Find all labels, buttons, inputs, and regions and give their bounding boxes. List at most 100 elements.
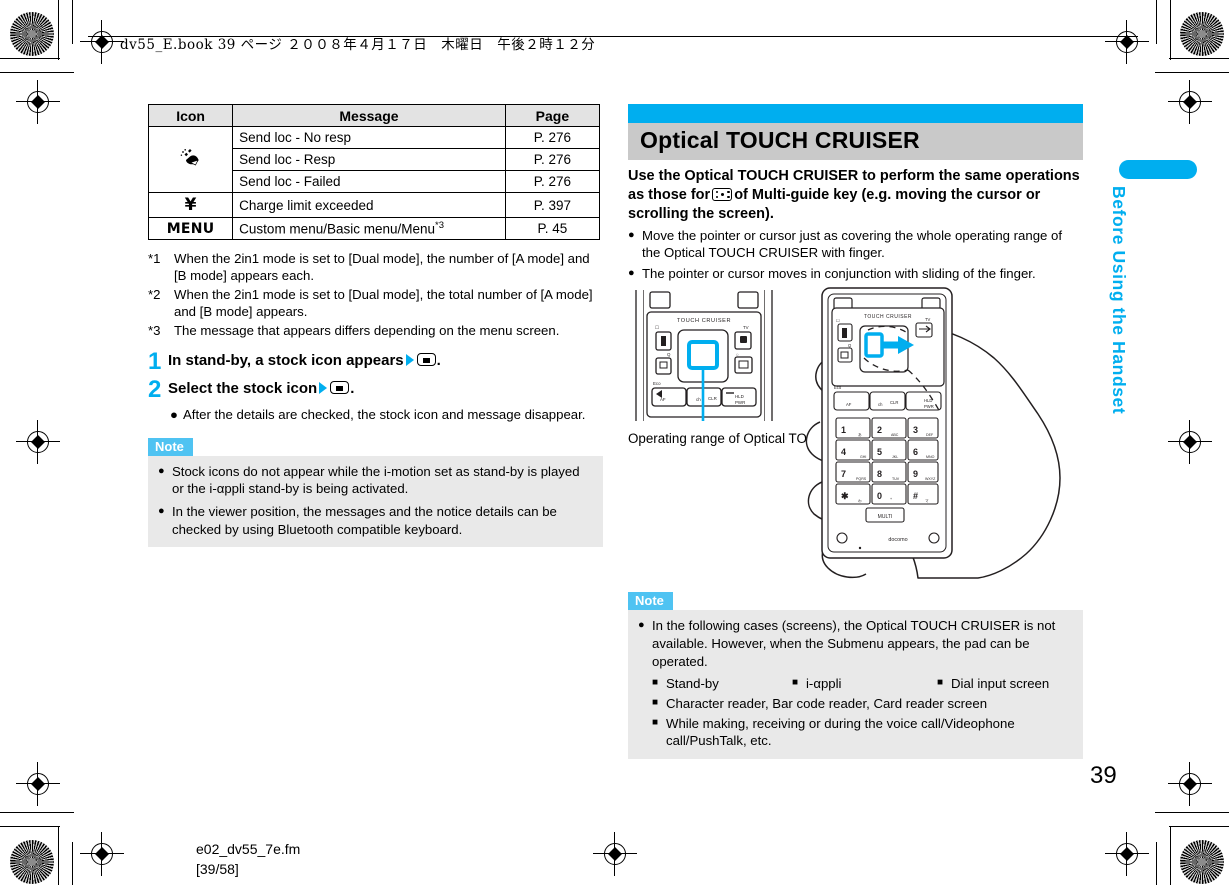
message-cell: Charge limit exceeded: [232, 192, 506, 218]
svg-text:HLD: HLD: [735, 394, 744, 399]
message-superscript: *3: [435, 220, 444, 232]
svg-text:2: 2: [877, 425, 882, 435]
note-square-text: i-αppli: [806, 676, 842, 692]
message-cell: Send loc - Resp: [232, 148, 506, 171]
crosshair-mark-bl-b: [80, 832, 124, 876]
message-cell: Send loc - No resp: [232, 126, 506, 149]
step-text: Select the stock icon.: [168, 378, 354, 397]
trim-line-bottom-right-h: [1169, 826, 1229, 827]
column-header-icon: Icon: [147, 104, 234, 127]
menu-icon: MENU: [147, 217, 234, 240]
note-item: ● Stock icons do not appear while the i-…: [158, 463, 593, 498]
trim-line-bottom-left-v: [58, 826, 59, 885]
footnote-item: *1 When the 2in1 mode is set to [Dual mo…: [148, 250, 603, 285]
star-registration-mark-bottom-left: [10, 840, 54, 884]
step-item-2: 2 Select the stock icon.: [148, 378, 603, 402]
svg-text:TUV: TUV: [892, 477, 900, 481]
footer-page-range: [39/58]: [196, 860, 239, 877]
message-cell: Custom menu/Basic menu/Menu*3: [232, 217, 506, 240]
arrow-right-icon: [405, 354, 414, 367]
trim-line-top-left-v: [58, 0, 59, 60]
note-item: ● In the viewer position, the messages a…: [158, 503, 593, 538]
chapter-tab-marker: [1119, 160, 1197, 179]
svg-text:マ: マ: [925, 498, 929, 503]
column-header-page: Page: [504, 104, 601, 127]
footer-file-info: e02_dv55_7e.fm [39/58]: [196, 840, 300, 880]
footer-filename: e02_dv55_7e.fm: [196, 841, 301, 857]
satellite-location-icon: [147, 126, 234, 193]
footnote-item: *3 The message that appears differs depe…: [148, 322, 603, 339]
svg-text:GHI: GHI: [860, 455, 866, 459]
book-header-text: dv55_E.book 39 ページ ２００８年４月１７日 木曜日 午後２時１２…: [120, 37, 596, 53]
section-bullet: ● Move the pointer or cursor just as cov…: [628, 227, 1083, 262]
note-square-text: While making, receiving or during the vo…: [666, 715, 1015, 749]
svg-text:WXYZ: WXYZ: [925, 477, 936, 481]
note-square-text: Dial input screen: [951, 676, 1050, 692]
section-bullet-text: The pointer or cursor moves in conjuncti…: [642, 265, 1036, 281]
phone-body: TOUCH CRUISER ☐ TV QEco AF ch CLR HLDPWR…: [821, 287, 953, 559]
trim-line-bottom-left-h2: [0, 812, 74, 813]
svg-text:PWR: PWR: [735, 400, 745, 405]
menu-icon-glyph: MENU: [166, 220, 215, 237]
center-key-icon: [330, 381, 350, 395]
bullet-icon: ●: [638, 619, 645, 632]
footnote-text: When the 2in1 mode is set to [Dual mode]…: [174, 251, 590, 284]
svg-text:PWR: PWR: [924, 404, 934, 409]
svg-text:4: 4: [841, 447, 846, 457]
note-item-text: In the viewer position, the messages and…: [172, 503, 557, 537]
note-square-text: Character reader, Bar code reader, Card …: [666, 695, 988, 711]
svg-text:DEF: DEF: [926, 433, 934, 437]
chapter-tab-label: Before Using the Handset: [1109, 186, 1129, 415]
footnote-mark: *2: [148, 286, 161, 302]
table-row: Send loc - No resp P. 276: [147, 126, 601, 193]
note-square-item: ■ Character reader, Bar code reader, Car…: [638, 695, 1073, 713]
svg-text:AF: AF: [660, 397, 666, 402]
bullet-icon: ●: [628, 228, 635, 241]
step-text-after: .: [350, 380, 355, 398]
square-bullet-icon: ■: [652, 677, 659, 689]
crosshair-mark-tr-b: [1168, 80, 1212, 124]
crosshair-mark-tl-a: [80, 20, 124, 64]
svg-text:JKL: JKL: [892, 455, 898, 459]
section-bullet-text: Move the pointer or cursor just as cover…: [642, 227, 1063, 261]
crosshair-mark-br-a: [1168, 762, 1212, 806]
svg-text:5: 5: [877, 447, 882, 457]
step-list: 1 In stand-by, a stock icon appears. 2 S…: [148, 350, 603, 423]
figure-hand-holding-phone: TOUCH CRUISER ☐ TV QEco AF ch CLR HLDPWR…: [805, 287, 1061, 579]
step-text-before: In stand-by, a stock icon appears: [168, 352, 404, 370]
yen-icon-glyph: ¥: [184, 195, 197, 215]
table-header-row: Icon Message Page: [147, 104, 601, 127]
note-item-text: Stock icons do not appear while the i-mo…: [172, 463, 580, 497]
svg-text:1: 1: [841, 425, 846, 435]
trim-line-top-right-v: [1170, 0, 1171, 60]
note-label: Note: [628, 592, 673, 611]
trim-line-bottom-left-h: [0, 826, 60, 827]
svg-text:Eco: Eco: [834, 385, 842, 390]
trim-line-top-left-h: [0, 58, 60, 59]
square-bullet-icon: ■: [937, 677, 944, 689]
svg-text:Q: Q: [667, 352, 671, 357]
step-text-after: .: [436, 352, 441, 370]
note-square-item: ■ i-αppli: [792, 675, 937, 693]
trim-line-bottom-right-v: [1170, 826, 1171, 885]
step-number: 2: [148, 376, 162, 404]
trim-line-top-right-h: [1169, 58, 1229, 59]
crosshair-mark-bl-a: [16, 762, 60, 806]
crosshair-mark-br-b: [1105, 832, 1149, 876]
square-bullet-icon: ■: [792, 677, 799, 689]
step-text: In stand-by, a stock icon appears.: [168, 350, 441, 369]
footnote-text: When the 2in1 mode is set to [Dual mode]…: [174, 286, 593, 320]
note-box-left: Note ● Stock icons do not appear while t…: [148, 437, 603, 548]
svg-text:ABC: ABC: [891, 433, 899, 437]
footnote-mark: *1: [148, 251, 161, 266]
svg-text:7: 7: [841, 469, 846, 479]
page-cell: P. 45: [504, 217, 601, 240]
svg-text:○: ○: [736, 352, 739, 357]
svg-text:0: 0: [877, 491, 882, 501]
svg-text:☐: ☐: [655, 325, 659, 330]
svg-text:MNO: MNO: [926, 455, 935, 459]
svg-text:3: 3: [913, 425, 918, 435]
satellite-location-icon-glyph: [180, 149, 199, 166]
section-title: Optical TOUCH CRUISER: [628, 123, 1083, 160]
svg-text:☐: ☐: [836, 318, 840, 323]
